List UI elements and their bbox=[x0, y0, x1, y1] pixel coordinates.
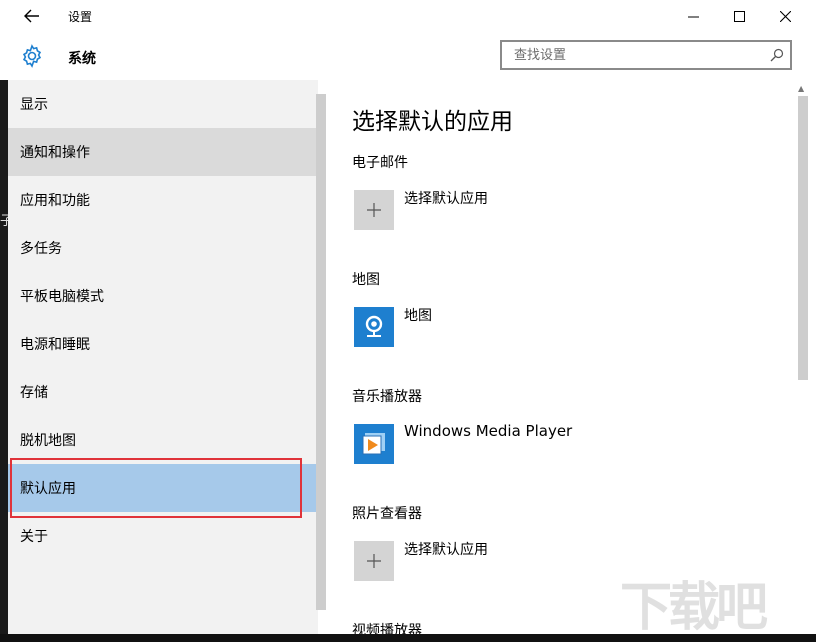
maps-icon bbox=[354, 307, 394, 347]
plus-icon bbox=[354, 541, 394, 581]
email-app-picker[interactable]: 选择默认应用 bbox=[354, 190, 488, 230]
sidebar-scrollbar[interactable] bbox=[316, 94, 326, 610]
settings-header: 系统 bbox=[0, 32, 816, 80]
content-pane: 选择默认的应用 电子邮件 选择默认应用 地图 地图 音乐播放器 bbox=[326, 80, 796, 642]
section-label-photos: 照片查看器 bbox=[352, 503, 422, 523]
sidebar-item-label: 多任务 bbox=[20, 238, 62, 258]
settings-window: 设置 系统 子 显示 通知和操作 应用和功能 多任务 平板电脑模式 bbox=[0, 0, 816, 642]
annotation-highlight-box bbox=[10, 458, 302, 518]
window-title: 设置 bbox=[68, 8, 92, 25]
sidebar-item-about[interactable]: 关于 bbox=[8, 512, 316, 560]
sidebar-item-notifications[interactable]: 通知和操作 bbox=[8, 128, 316, 176]
scroll-up-arrow-icon[interactable]: ▲ bbox=[798, 84, 804, 93]
gear-icon bbox=[20, 44, 44, 68]
sidebar-item-label: 电源和睡眠 bbox=[20, 334, 90, 354]
email-app-name: 选择默认应用 bbox=[404, 188, 488, 208]
title-bar: 设置 bbox=[0, 0, 816, 32]
sidebar-item-label: 显示 bbox=[20, 94, 48, 114]
sidebar-item-multitasking[interactable]: 多任务 bbox=[8, 224, 316, 272]
desktop-background: 子 bbox=[0, 80, 8, 642]
section-label-email: 电子邮件 bbox=[352, 152, 408, 172]
search-icon[interactable] bbox=[770, 48, 784, 62]
maximize-icon bbox=[734, 11, 745, 22]
sidebar-item-label: 应用和功能 bbox=[20, 190, 90, 210]
close-button[interactable] bbox=[762, 0, 808, 32]
sidebar-item-power-sleep[interactable]: 电源和睡眠 bbox=[8, 320, 316, 368]
search-input[interactable] bbox=[512, 47, 756, 64]
photo-app-picker[interactable]: 选择默认应用 bbox=[354, 541, 488, 581]
content-scrollbar-thumb[interactable] bbox=[798, 96, 808, 380]
sidebar-item-display[interactable]: 显示 bbox=[8, 80, 316, 128]
watermark-text: 下载吧 bbox=[620, 578, 764, 638]
minimize-button[interactable] bbox=[670, 0, 716, 32]
plus-icon bbox=[354, 190, 394, 230]
section-title: 系统 bbox=[68, 48, 96, 68]
close-icon bbox=[780, 11, 791, 22]
sidebar-item-label: 脱机地图 bbox=[20, 430, 76, 450]
page-title: 选择默认的应用 bbox=[352, 102, 513, 136]
sidebar-item-offline-maps[interactable]: 脱机地图 bbox=[8, 416, 316, 464]
section-label-maps: 地图 bbox=[352, 269, 380, 289]
sidebar-item-label: 平板电脑模式 bbox=[20, 286, 104, 306]
music-app-picker[interactable]: Windows Media Player bbox=[354, 424, 572, 464]
maximize-button[interactable] bbox=[716, 0, 762, 32]
sidebar-item-label: 存储 bbox=[20, 382, 48, 402]
sidebar-item-storage[interactable]: 存储 bbox=[8, 368, 316, 416]
back-button[interactable] bbox=[14, 4, 50, 28]
sidebar: 显示 通知和操作 应用和功能 多任务 平板电脑模式 电源和睡眠 存储 脱机地图 … bbox=[8, 80, 318, 642]
maps-app-picker[interactable]: 地图 bbox=[354, 307, 432, 347]
sidebar-item-tablet-mode[interactable]: 平板电脑模式 bbox=[8, 272, 316, 320]
minimize-icon bbox=[688, 11, 699, 22]
windows-media-player-icon bbox=[354, 424, 394, 464]
music-app-name: Windows Media Player bbox=[404, 422, 572, 440]
back-arrow-icon bbox=[24, 9, 40, 23]
maps-app-name: 地图 bbox=[404, 305, 432, 325]
window-edge bbox=[808, 0, 816, 642]
search-box[interactable] bbox=[500, 40, 792, 70]
sidebar-item-label: 关于 bbox=[20, 526, 48, 546]
sidebar-item-label: 通知和操作 bbox=[20, 142, 90, 162]
photo-app-name: 选择默认应用 bbox=[404, 539, 488, 559]
sidebar-item-apps-features[interactable]: 应用和功能 bbox=[8, 176, 316, 224]
taskbar-strip bbox=[0, 634, 816, 642]
watermark-logo: 下载吧 bbox=[620, 578, 810, 638]
section-label-music: 音乐播放器 bbox=[352, 386, 422, 406]
